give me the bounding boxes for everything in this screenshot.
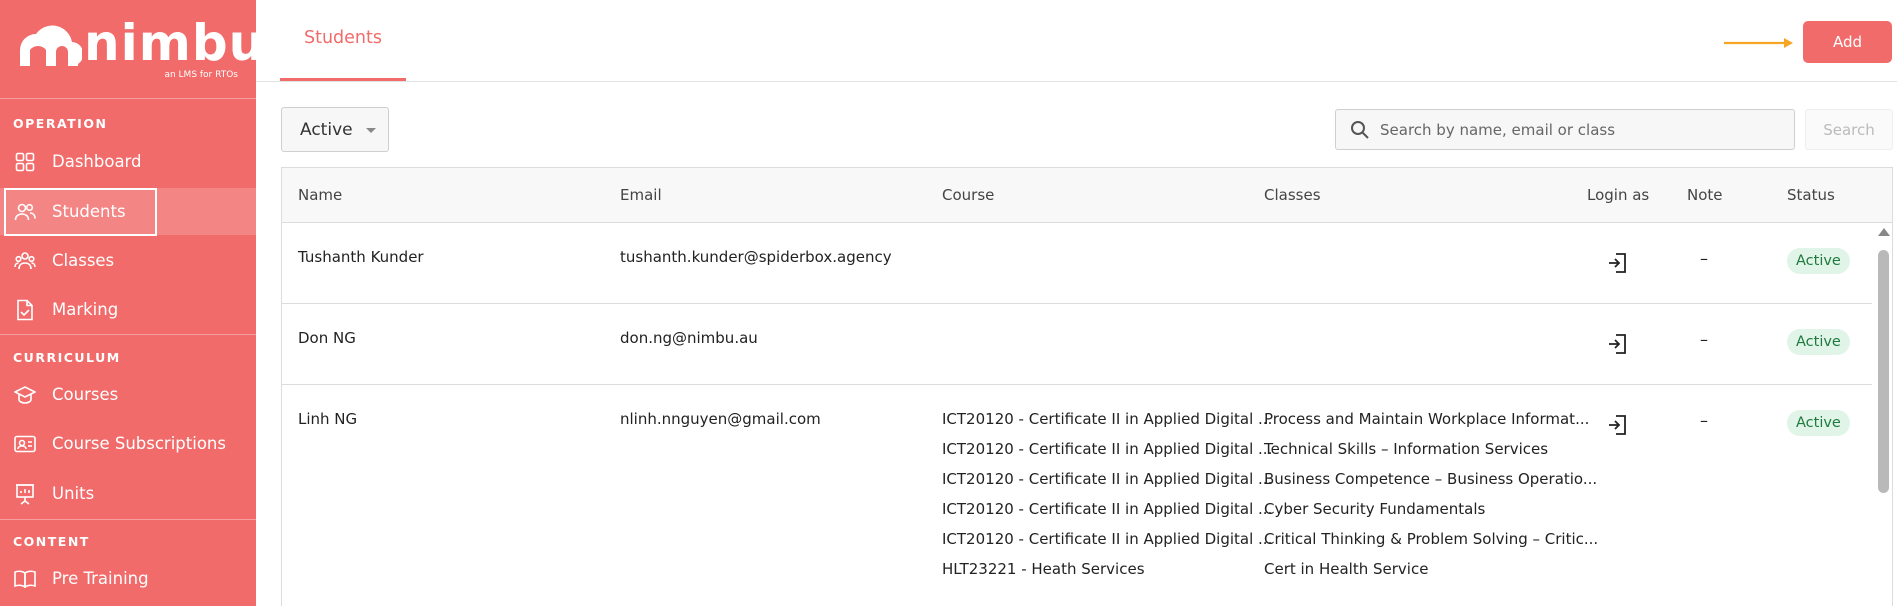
sidebar-item-course-subscriptions[interactable]: Course Subscriptions	[0, 420, 256, 467]
login-as-icon[interactable]	[1608, 414, 1628, 436]
table-header: Name Email Course Classes Login as Note …	[282, 168, 1892, 223]
student-name[interactable]: Linh NG	[298, 410, 357, 428]
column-header-email[interactable]: Email	[620, 186, 662, 204]
class-item: Cyber Security Fundamentals	[1264, 500, 1486, 518]
tab-students[interactable]: Students	[280, 0, 406, 81]
dashboard-grid-icon	[14, 151, 36, 173]
sidebar-item-dashboard[interactable]: Dashboard	[0, 138, 256, 185]
course-item: ICT20120 - Certificate II in Applied Dig…	[942, 440, 1273, 458]
sidebar-item-courses[interactable]: Courses	[0, 371, 256, 418]
sidebar-item-pre-training[interactable]: Pre Training	[0, 555, 256, 602]
class-item: Technical Skills – Information Services	[1264, 440, 1549, 458]
presentation-icon	[14, 483, 36, 505]
student-email: nlinh.nnguyen@gmail.com	[620, 410, 821, 428]
tab-label: Students	[304, 28, 383, 48]
sidebar-item-label: Students	[52, 202, 126, 221]
sidebar-item-label: Classes	[52, 251, 115, 270]
class-item: Business Competence – Business Operatio.…	[1264, 470, 1598, 488]
column-header-classes[interactable]: Classes	[1264, 186, 1321, 204]
sidebar: nimbu an LMS for RTOs OPERATION Dashboar…	[0, 0, 256, 606]
student-name[interactable]: Don NG	[298, 329, 356, 347]
id-card-icon	[14, 433, 36, 455]
column-header-course[interactable]: Course	[942, 186, 994, 204]
sidebar-item-label: Courses	[52, 385, 119, 404]
table-row[interactable]: Don NG don.ng@nimbu.au – Active	[282, 304, 1872, 385]
student-email: tushanth.kunder@spiderbox.agency	[620, 248, 892, 266]
student-name[interactable]: Tushanth Kunder	[298, 248, 424, 266]
section-title-content: CONTENT	[13, 534, 90, 549]
column-header-name[interactable]: Name	[298, 186, 342, 204]
status-filter-value: Active	[300, 119, 353, 140]
sidebar-item-label: Marking	[52, 300, 119, 319]
status-badge: Active	[1787, 329, 1850, 355]
status-filter-select[interactable]: Active	[281, 107, 389, 152]
top-bar: Students Add	[256, 0, 1897, 82]
course-item: HLT23221 - Heath Services	[942, 560, 1145, 578]
arrow-right-icon	[1724, 38, 1793, 48]
note-value: –	[1700, 249, 1708, 268]
sidebar-divider	[0, 519, 256, 520]
course-item: ICT20120 - Certificate II in Applied Dig…	[942, 500, 1273, 518]
course-item: ICT20120 - Certificate II in Applied Dig…	[942, 410, 1273, 428]
note-value: –	[1700, 330, 1708, 349]
sidebar-item-units[interactable]: Units	[0, 470, 256, 517]
chevron-down-icon	[366, 128, 376, 133]
status-badge: Active	[1787, 248, 1850, 274]
brand-tagline: an LMS for RTOs	[164, 70, 238, 80]
column-header-login-as: Login as	[1587, 186, 1650, 204]
table-row[interactable]: Linh NG nlinh.nnguyen@gmail.com ICT20120…	[282, 385, 1872, 606]
sidebar-divider	[0, 98, 256, 99]
main-content: Students Add Active Search Name Email Co…	[256, 0, 1897, 606]
table-scrollbar[interactable]	[1874, 223, 1892, 606]
brand-logo[interactable]: nimbu an LMS for RTOs	[14, 14, 256, 86]
sidebar-item-label: Course Subscriptions	[52, 434, 226, 453]
class-item: Cert in Health Service	[1264, 560, 1429, 578]
book-icon	[14, 568, 36, 590]
sidebar-item-label: Pre Training	[52, 569, 149, 588]
graduation-cap-icon	[14, 384, 36, 406]
sidebar-divider	[0, 334, 256, 335]
sidebar-item-label: Units	[52, 484, 95, 503]
group-icon	[14, 250, 36, 272]
add-button[interactable]: Add	[1803, 21, 1892, 63]
login-as-icon[interactable]	[1608, 252, 1628, 274]
sidebar-item-label: Dashboard	[52, 152, 142, 171]
column-header-note: Note	[1687, 186, 1723, 204]
class-item: Critical Thinking & Problem Solving – Cr…	[1264, 530, 1599, 548]
class-item: Process and Maintain Workplace Informat.…	[1264, 410, 1590, 428]
sidebar-item-classes[interactable]: Classes	[0, 237, 256, 284]
sidebar-item-marking[interactable]: Marking	[0, 286, 256, 333]
scrollbar-thumb[interactable]	[1878, 250, 1889, 493]
search-box[interactable]	[1335, 109, 1795, 150]
document-check-icon	[14, 299, 36, 321]
sidebar-item-students[interactable]: Students	[0, 188, 256, 235]
users-icon	[14, 201, 36, 223]
nimbu-cloud-logo-icon	[20, 25, 82, 66]
column-header-status[interactable]: Status	[1787, 186, 1835, 204]
course-item: ICT20120 - Certificate II in Applied Dig…	[942, 530, 1273, 548]
student-email: don.ng@nimbu.au	[620, 329, 758, 347]
brand-name: nimbu	[84, 14, 256, 72]
section-title-operation: OPERATION	[13, 116, 108, 131]
search-button[interactable]: Search	[1805, 109, 1893, 150]
section-title-curriculum: CURRICULUM	[13, 350, 121, 365]
course-item: ICT20120 - Certificate II in Applied Dig…	[942, 470, 1273, 488]
students-table: Name Email Course Classes Login as Note …	[281, 167, 1893, 606]
table-row[interactable]: Tushanth Kunder tushanth.kunder@spiderbo…	[282, 223, 1872, 304]
search-input[interactable]	[1380, 110, 1780, 149]
search-icon	[1351, 121, 1369, 139]
note-value: –	[1700, 411, 1708, 430]
status-badge: Active	[1787, 410, 1850, 436]
login-as-icon[interactable]	[1608, 333, 1628, 355]
scroll-up-arrow-icon[interactable]	[1878, 228, 1890, 236]
